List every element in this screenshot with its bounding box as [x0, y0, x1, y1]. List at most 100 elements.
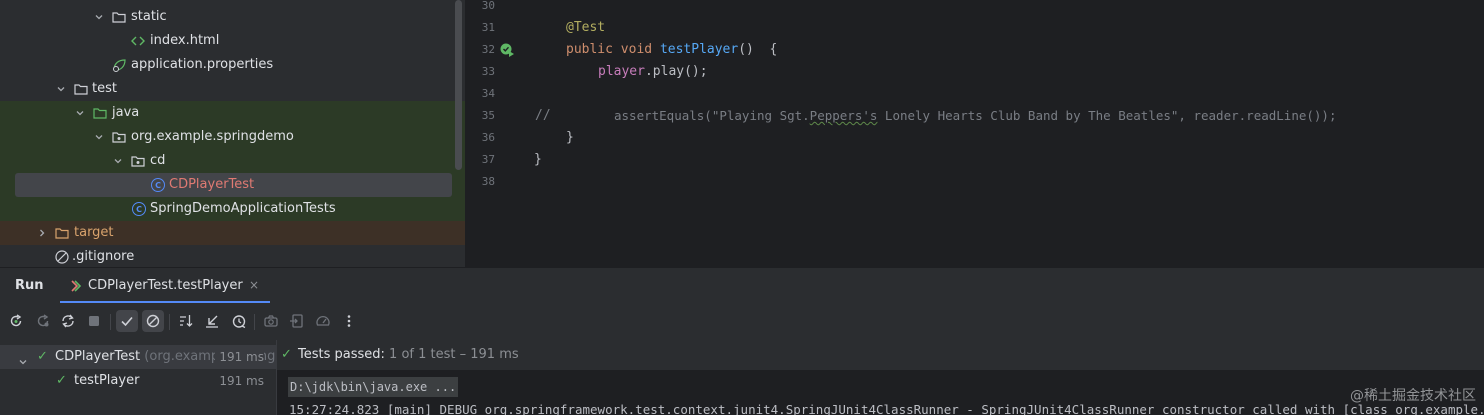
- test-results-tree: ✓ CDPlayerTest (org.example.springdemo.c…: [0, 340, 337, 415]
- run-toolbar: [0, 310, 1484, 336]
- tree-item-cdplayertest[interactable]: C CDPlayerTest: [0, 173, 465, 197]
- tree-item-label: CDPlayerTest: [169, 177, 255, 192]
- console-output[interactable]: ✓ Tests passed: 1 of 1 test – 191 ms D:\…: [276, 340, 1484, 415]
- ignore-file-icon: [54, 249, 70, 265]
- console-log-line: 15:27:24.823 [main] DEBUG org.springfram…: [289, 402, 1484, 415]
- code-editor[interactable]: 30 31 @Test 32 public void testPlayer() …: [465, 0, 1484, 267]
- tree-item-label: SpringDemoApplicationTests: [150, 201, 336, 216]
- folder-icon: [73, 81, 89, 97]
- chevron-down-icon[interactable]: [18, 352, 28, 365]
- run-tool-window: Run CDPlayerTest.testPlayer × ✓ CDPlayer…: [0, 267, 1484, 415]
- rerun-icon[interactable]: [5, 310, 27, 332]
- tree-item-package-springdemo[interactable]: org.example.springdemo: [0, 125, 465, 149]
- package-icon: [130, 153, 146, 169]
- tree-item-application-properties[interactable]: application.properties: [0, 53, 465, 77]
- test-class-icon: C: [150, 177, 166, 193]
- chevron-down-icon[interactable]: [54, 77, 68, 101]
- passed-check-icon: ✓: [56, 373, 67, 388]
- junit-config-icon: [68, 279, 82, 293]
- run-test-gutter-icon[interactable]: [499, 42, 515, 58]
- line-number: 32: [481, 43, 495, 56]
- camera-icon[interactable]: [260, 310, 282, 332]
- excluded-folder-icon: [54, 225, 70, 241]
- line-number: 30: [481, 0, 495, 12]
- comment-marker: //: [535, 108, 551, 123]
- line-number: 38: [481, 175, 495, 188]
- show-passed-icon[interactable]: [116, 310, 138, 332]
- chevron-down-icon[interactable]: [111, 149, 125, 173]
- sort-icon[interactable]: [175, 310, 197, 332]
- stop-icon[interactable]: [83, 310, 105, 332]
- code-line: assertEquals("Playing Sgt.Peppers's Lone…: [614, 108, 1337, 123]
- package-icon: [111, 129, 127, 145]
- tree-item-label: application.properties: [131, 57, 274, 72]
- tree-item-label: java: [112, 105, 140, 120]
- tree-item-springdemoapplicationtests[interactable]: C SpringDemoApplicationTests: [0, 197, 465, 221]
- line-number: 37: [481, 153, 495, 166]
- line-number: 34: [481, 87, 495, 100]
- tree-item-gitignore[interactable]: .gitignore: [0, 245, 465, 267]
- watermark: @稀土掘金技术社区: [1350, 388, 1476, 404]
- toolbar-separator: [254, 314, 255, 330]
- tree-item-label: test: [92, 81, 117, 96]
- history-icon[interactable]: [228, 310, 250, 332]
- html-file-icon: [130, 33, 146, 49]
- chevron-down-icon[interactable]: [92, 125, 106, 149]
- tree-item-target[interactable]: target: [0, 221, 465, 245]
- test-duration: 191 ms: [215, 369, 264, 393]
- line-number: 35: [481, 109, 495, 122]
- chevron-down-icon[interactable]: [92, 5, 106, 29]
- folder-icon: [111, 9, 127, 25]
- tree-item-index-html[interactable]: index.html: [0, 29, 465, 53]
- line-number: 31: [481, 21, 495, 34]
- test-name: testPlayer: [74, 373, 140, 388]
- test-source-folder-icon: [92, 105, 108, 121]
- suite-duration: 191 ms: [215, 345, 264, 369]
- export-icon[interactable]: [286, 310, 308, 332]
- code-line: player.play();: [598, 64, 708, 79]
- tab-cdplayertest-testplayer[interactable]: CDPlayerTest.testPlayer ×: [60, 268, 270, 303]
- project-tree: static index.html application.properties…: [0, 0, 465, 267]
- toggle-auto-test-icon[interactable]: [57, 310, 79, 332]
- tree-item-static[interactable]: static: [0, 5, 465, 29]
- tree-item-test[interactable]: test: [0, 77, 465, 101]
- status-text: Tests passed: 1 of 1 test – 191 ms: [298, 347, 519, 362]
- tree-item-label: org.example.springdemo: [131, 129, 294, 144]
- tree-item-label: target: [74, 225, 114, 240]
- line-number: 36: [481, 131, 495, 144]
- test-status-bar: ✓ Tests passed: 1 of 1 test – 191 ms: [277, 340, 1484, 370]
- test-case-row[interactable]: ✓ testPlayer 191 ms: [0, 369, 276, 393]
- tab-label: CDPlayerTest.testPlayer: [88, 278, 243, 293]
- tree-item-label: index.html: [150, 33, 220, 48]
- tree-item-package-cd[interactable]: cd: [0, 149, 465, 173]
- chevron-down-icon[interactable]: [73, 101, 87, 125]
- toolbar-separator: [110, 314, 111, 330]
- code-line: }: [534, 152, 542, 167]
- tree-item-label: .gitignore: [72, 249, 135, 264]
- java-command-line[interactable]: D:\jdk\bin\java.exe ...: [288, 377, 459, 397]
- coverage-icon[interactable]: [312, 310, 334, 332]
- line-number: 33: [481, 65, 495, 78]
- chevron-right-icon[interactable]: [35, 221, 49, 245]
- show-ignored-icon[interactable]: [142, 310, 164, 332]
- code-line: public void testPlayer() {: [566, 42, 778, 57]
- rerun-failed-icon[interactable]: [32, 310, 54, 332]
- code-line: }: [566, 130, 574, 145]
- test-class-icon: C: [131, 201, 147, 217]
- tree-item-java[interactable]: java: [0, 101, 465, 125]
- close-icon[interactable]: ×: [248, 278, 260, 292]
- passed-check-icon: ✓: [281, 347, 292, 362]
- more-icon[interactable]: [338, 310, 360, 332]
- tree-item-label: cd: [150, 153, 166, 168]
- toolbar-separator: [169, 314, 170, 330]
- spring-properties-icon: [111, 57, 127, 73]
- code-line: @Test: [566, 20, 606, 35]
- tree-scrollbar[interactable]: [455, 0, 462, 170]
- test-suite-row[interactable]: ✓ CDPlayerTest (org.example.springdemo.c…: [0, 345, 337, 369]
- active-tab-indicator: [60, 301, 270, 303]
- run-panel-title: Run: [15, 278, 44, 293]
- run-tab-bar: Run CDPlayerTest.testPlayer ×: [0, 268, 1484, 303]
- passed-check-icon: ✓: [37, 349, 48, 364]
- import-tests-icon[interactable]: [201, 310, 223, 332]
- tree-item-label: static: [131, 9, 167, 24]
